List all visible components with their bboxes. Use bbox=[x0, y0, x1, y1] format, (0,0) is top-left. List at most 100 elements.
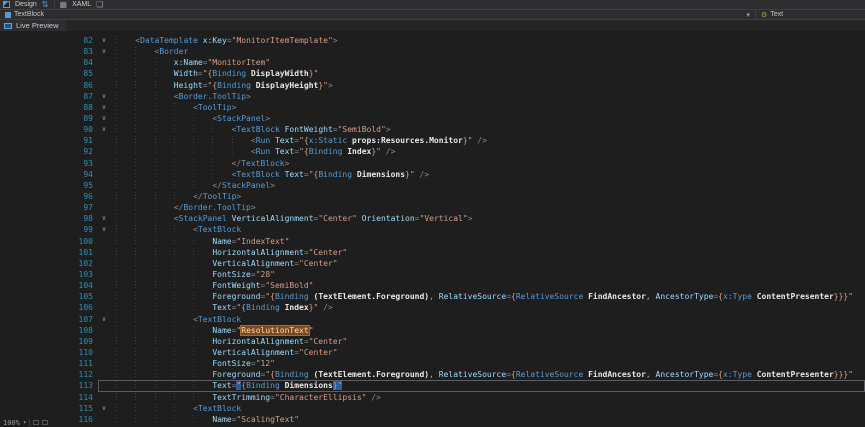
code-token: </ bbox=[212, 181, 222, 190]
code-line-95[interactable]: 95 </StackPanel> bbox=[0, 180, 865, 191]
line-number[interactable]: 105 bbox=[0, 291, 96, 302]
line-number[interactable]: 94 bbox=[0, 169, 96, 180]
code-line-93[interactable]: 93 </TextBlock> bbox=[0, 158, 865, 169]
fold-toggle-icon[interactable]: ∨ bbox=[96, 224, 112, 235]
fold-toggle-icon[interactable]: ∨ bbox=[96, 213, 112, 224]
swap-panes-icon[interactable]: ⇅ bbox=[42, 0, 49, 10]
code-line-83[interactable]: 83∨ <Border bbox=[0, 46, 865, 57]
code-line-111[interactable]: 111 FontSize="12" bbox=[0, 358, 865, 369]
line-number[interactable]: 111 bbox=[0, 358, 96, 369]
code-line-98[interactable]: 98∨ <StackPanel VerticalAlignment="Cente… bbox=[0, 213, 865, 224]
chevron-down-icon[interactable]: ▾ bbox=[23, 419, 27, 426]
line-number[interactable]: 115 bbox=[0, 403, 96, 414]
code-line-84[interactable]: 84 x:Name="MonitorItem" bbox=[0, 57, 865, 68]
line-number[interactable]: 109 bbox=[0, 336, 96, 347]
line-number[interactable]: 92 bbox=[0, 146, 96, 157]
fold-toggle-icon[interactable]: ∨ bbox=[96, 124, 112, 135]
code-line-91[interactable]: 91 <Run Text="{x:Static props:Resources.… bbox=[0, 135, 865, 146]
code-token: FontWeight bbox=[212, 281, 260, 290]
zoom-control[interactable]: 100% ▾ bbox=[0, 418, 51, 427]
code-line-104[interactable]: 104 FontWeight="SemiBold" bbox=[0, 280, 865, 291]
line-number[interactable]: 85 bbox=[0, 68, 96, 79]
code-line-97[interactable]: 97 </Border.ToolTip> bbox=[0, 202, 865, 213]
line-number[interactable]: 100 bbox=[0, 236, 96, 247]
status-icon[interactable] bbox=[42, 420, 48, 425]
fold-toggle-icon[interactable]: ∨ bbox=[96, 91, 112, 102]
line-number[interactable]: 88 bbox=[0, 102, 96, 113]
code-line-107[interactable]: 107∨ <TextBlock bbox=[0, 314, 865, 325]
line-number[interactable]: 108 bbox=[0, 325, 96, 336]
fold-toggle-icon[interactable]: ∨ bbox=[96, 314, 112, 325]
code-line-99[interactable]: 99∨ <TextBlock bbox=[0, 224, 865, 235]
line-number[interactable]: 106 bbox=[0, 302, 96, 313]
element-dropdown[interactable]: TextBlock ▾ bbox=[0, 10, 755, 19]
line-number[interactable]: 101 bbox=[0, 247, 96, 258]
line-number[interactable]: 102 bbox=[0, 258, 96, 269]
line-number[interactable]: 107 bbox=[0, 314, 96, 325]
xaml-tab[interactable]: XAML bbox=[72, 0, 91, 10]
popout-icon[interactable]: ❏ bbox=[96, 0, 103, 10]
code-line-82[interactable]: 82∨ <DataTemplate x:Key="MonitorItemTemp… bbox=[0, 35, 865, 46]
code-line-113[interactable]: 113 Text="{Binding Dimensions}" bbox=[0, 380, 865, 391]
code-token: , bbox=[646, 370, 656, 379]
line-number[interactable]: 104 bbox=[0, 280, 96, 291]
line-number[interactable]: 113 bbox=[0, 380, 96, 391]
code-line-89[interactable]: 89∨ <StackPanel> bbox=[0, 113, 865, 124]
line-number[interactable]: 93 bbox=[0, 158, 96, 169]
indent-guide bbox=[174, 326, 193, 335]
code-line-114[interactable]: 114 TextTrimming="CharacterEllipsis" /> bbox=[0, 392, 865, 403]
line-number[interactable]: 87 bbox=[0, 91, 96, 102]
fold-toggle-icon[interactable]: ∨ bbox=[96, 102, 112, 113]
code-text: <Border bbox=[112, 46, 865, 57]
fold-toggle-icon[interactable]: ∨ bbox=[96, 113, 112, 124]
line-number[interactable]: 90 bbox=[0, 124, 96, 135]
code-line-108[interactable]: 108 Name="ResolutionText" bbox=[0, 325, 865, 336]
line-number[interactable]: 98 bbox=[0, 213, 96, 224]
code-line-86[interactable]: 86 Height="{Binding DisplayHeight}"> bbox=[0, 80, 865, 91]
code-line-101[interactable]: 101 HorizontalAlignment="Center" bbox=[0, 247, 865, 258]
code-line-103[interactable]: 103 FontSize="28" bbox=[0, 269, 865, 280]
code-line-116[interactable]: 116 Name="ScalingText" bbox=[0, 414, 865, 425]
code-token: }" bbox=[371, 147, 381, 156]
code-token: "{ bbox=[236, 303, 246, 312]
fold-toggle-icon[interactable]: ∨ bbox=[96, 35, 112, 46]
code-token: DataTemplate bbox=[140, 36, 198, 45]
line-number[interactable]: 84 bbox=[0, 57, 96, 68]
line-number[interactable]: 114 bbox=[0, 392, 96, 403]
line-number[interactable]: 110 bbox=[0, 347, 96, 358]
line-number[interactable]: 99 bbox=[0, 224, 96, 235]
code-line-90[interactable]: 90∨ <TextBlock FontWeight="SemiBold"> bbox=[0, 124, 865, 135]
code-line-109[interactable]: 109 HorizontalAlignment="Center" bbox=[0, 336, 865, 347]
code-line-102[interactable]: 102 VerticalAlignment="Center" bbox=[0, 258, 865, 269]
line-number[interactable]: 86 bbox=[0, 80, 96, 91]
code-line-94[interactable]: 94 <TextBlock Text="{Binding Dimensions}… bbox=[0, 169, 865, 180]
line-number[interactable]: 112 bbox=[0, 369, 96, 380]
code-line-110[interactable]: 110 VerticalAlignment="Center" bbox=[0, 347, 865, 358]
code-line-88[interactable]: 88∨ <ToolTip> bbox=[0, 102, 865, 113]
live-preview-tab[interactable]: Live Preview bbox=[0, 20, 67, 31]
code-line-115[interactable]: 115∨ <TextBlock bbox=[0, 403, 865, 414]
status-icon[interactable] bbox=[33, 420, 39, 425]
code-line-92[interactable]: 92 <Run Text="{Binding Index}" /> bbox=[0, 146, 865, 157]
code-line-112[interactable]: 112 Foreground="{Binding (TextElement.Fo… bbox=[0, 369, 865, 380]
fold-toggle-icon[interactable]: ∨ bbox=[96, 46, 112, 57]
fold-toggle-icon[interactable]: ∨ bbox=[96, 403, 112, 414]
line-number[interactable]: 97 bbox=[0, 202, 96, 213]
line-number[interactable]: 95 bbox=[0, 180, 96, 191]
property-dropdown[interactable]: ⚙ Text bbox=[755, 10, 865, 19]
code-line-87[interactable]: 87∨ <Border.ToolTip> bbox=[0, 91, 865, 102]
code-line-100[interactable]: 100 Name="IndexText" bbox=[0, 236, 865, 247]
xaml-editor[interactable]: 82∨ <DataTemplate x:Key="MonitorItemTemp… bbox=[0, 31, 865, 427]
line-number[interactable]: 83 bbox=[0, 46, 96, 57]
line-number[interactable]: 96 bbox=[0, 191, 96, 202]
code-line-96[interactable]: 96 </ToolTip> bbox=[0, 191, 865, 202]
code-line-105[interactable]: 105 Foreground="{Binding (TextElement.Fo… bbox=[0, 291, 865, 302]
code-line-85[interactable]: 85 Width="{Binding DisplayWidth}" bbox=[0, 68, 865, 79]
line-number[interactable]: 91 bbox=[0, 135, 96, 146]
line-number[interactable]: 82 bbox=[0, 35, 96, 46]
design-tab[interactable]: Design bbox=[15, 0, 37, 10]
code-line-106[interactable]: 106 Text="{Binding Index}" /> bbox=[0, 302, 865, 313]
line-number[interactable]: 103 bbox=[0, 269, 96, 280]
code-token: x:Type bbox=[723, 292, 752, 301]
line-number[interactable]: 89 bbox=[0, 113, 96, 124]
